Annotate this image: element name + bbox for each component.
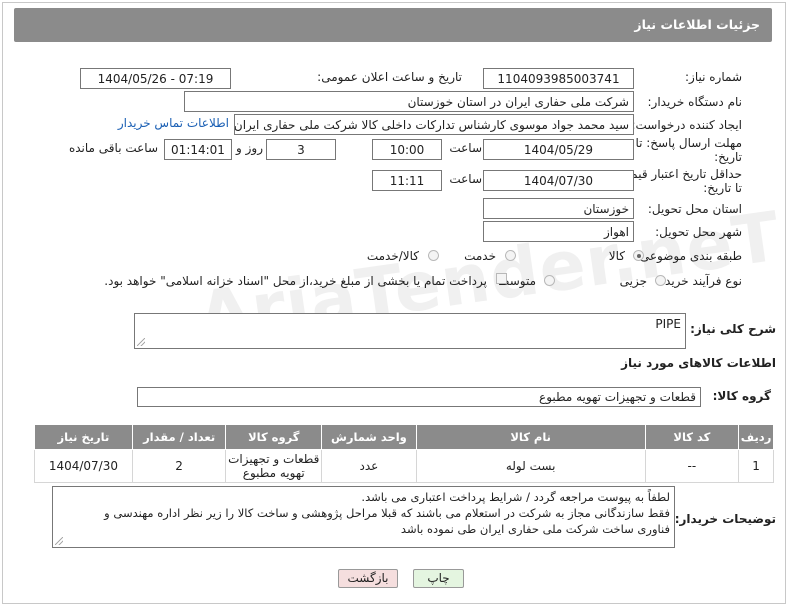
goods-table: ردیف کد کالا نام کالا واحد شمارش گروه کا… xyxy=(34,424,774,483)
table-header-row: ردیف کد کالا نام کالا واحد شمارش گروه کا… xyxy=(34,424,774,450)
announce-field[interactable]: 1404/05/26 - 07:19 xyxy=(80,68,231,89)
col-header-item-name: نام کالا xyxy=(415,424,646,450)
cell-item-code: -- xyxy=(644,449,740,483)
col-header-group: گروه کالا xyxy=(225,424,323,450)
buyer-notes-line-2: فقط سازندگانی مجاز به شرکت در استعلام می… xyxy=(104,506,670,520)
goods-group-field[interactable]: قطعات و تجهیزات تهویه مطبوع xyxy=(137,387,701,407)
deadline-time-label: ساعت xyxy=(449,141,482,155)
price-validity-date-field[interactable]: 1404/07/30 xyxy=(483,170,634,191)
deadline-time-field[interactable]: 10:00 xyxy=(372,139,442,160)
col-header-row-number: ردیف xyxy=(738,424,774,450)
buyer-contact-link[interactable]: اطلاعات تماس خریدار xyxy=(118,116,229,130)
buyer-notes-line-1: لطفاً به پیوست مراجعه گردد / شرایط پرداخ… xyxy=(361,490,670,504)
buyer-notes-label: توضیحات خریدار: xyxy=(674,512,776,526)
cell-quantity: 2 xyxy=(131,449,227,483)
col-header-item-code: کد کالا xyxy=(644,424,740,450)
process-radio-minor[interactable] xyxy=(655,275,666,286)
cell-unit: عدد xyxy=(321,449,417,483)
city-field[interactable]: اهواز xyxy=(483,221,634,242)
deadline-label-line2: تاریخ: xyxy=(714,150,742,164)
col-header-need-date: تاریخ نیاز xyxy=(34,424,133,450)
process-option-minor: جزیی xyxy=(619,274,647,288)
city-label: شهر محل تحویل: xyxy=(655,225,742,239)
category-radio-service[interactable] xyxy=(505,250,516,261)
creator-field[interactable]: سید محمد جواد موسوی کارشناس تدارکات داخل… xyxy=(234,114,634,135)
price-validity-label-line1: حداقل تاریخ اعتبار قیمت: xyxy=(615,167,742,181)
buyer-notes-field[interactable]: لطفاً به پیوست مراجعه گردد / شرایط پرداخ… xyxy=(52,486,675,548)
category-label: طبقه بندی موضوعی: xyxy=(635,249,742,263)
cell-need-date: 1404/07/30 xyxy=(34,449,133,483)
category-option-goods-service: کالا/خدمت xyxy=(366,249,419,263)
goods-section-title: اطلاعات کالاهای مورد نیاز xyxy=(621,356,776,370)
summary-label: شرح کلی نیاز: xyxy=(690,322,776,336)
deadline-date-field[interactable]: 1404/05/29 xyxy=(483,139,634,160)
buyer-notes-line-3: فناوری ساخت شرکت ملی حفاری ایران طی نمود… xyxy=(400,522,670,536)
cell-item-name: بست لوله xyxy=(415,449,646,483)
need-number-label: شماره نیاز: xyxy=(685,70,742,84)
deadline-label-line1: مهلت ارسال پاسخ: تا xyxy=(635,136,742,150)
treasury-payment-note: پرداخت تمام یا بخشی از مبلغ خرید،از محل … xyxy=(104,274,487,288)
cell-group: قطعات و تجهیزات تهویه مطبوع xyxy=(225,449,323,483)
resize-grip-icon[interactable] xyxy=(55,537,63,545)
announce-label: تاریخ و ساعت اعلان عمومی: xyxy=(317,70,462,84)
category-radio-goods-service[interactable] xyxy=(428,250,439,261)
print-button[interactable]: چاپ xyxy=(413,569,464,588)
summary-field[interactable]: PIPE xyxy=(134,313,686,349)
days-label: روز و xyxy=(236,141,263,155)
back-button[interactable]: بازگشت xyxy=(338,569,398,588)
buyer-org-label: نام دستگاه خریدار: xyxy=(647,95,743,109)
need-number-field[interactable]: 1104093985003741 xyxy=(483,68,634,89)
province-label: استان محل تحویل: xyxy=(647,202,742,216)
category-radio-goods[interactable] xyxy=(633,250,644,261)
col-header-unit: واحد شمارش xyxy=(321,424,417,450)
resize-grip-icon[interactable] xyxy=(137,338,145,346)
price-validity-time-field[interactable]: 11:11 xyxy=(372,170,442,191)
price-validity-time-label: ساعت xyxy=(449,172,482,186)
process-radio-medium[interactable] xyxy=(544,275,555,286)
cell-row-number: 1 xyxy=(738,449,774,483)
summary-value: PIPE xyxy=(655,317,681,331)
price-validity-label-line2: تا تاریخ: xyxy=(703,181,742,195)
remaining-label: ساعت باقی مانده xyxy=(68,141,158,155)
category-option-goods: کالا xyxy=(608,249,625,263)
remaining-time-field[interactable]: 01:14:01 xyxy=(164,139,232,160)
category-option-service: خدمت xyxy=(464,249,496,263)
process-label: نوع فرآیند خرید : xyxy=(657,274,742,288)
province-field[interactable]: خوزستان xyxy=(483,198,634,219)
table-row[interactable]: 1 -- بست لوله عدد قطعات و تجهیزات تهویه … xyxy=(34,449,774,483)
goods-group-label: گروه کالا: xyxy=(712,389,771,403)
buyer-org-field[interactable]: شرکت ملی حفاری ایران در استان خوزستان xyxy=(184,91,634,112)
days-field[interactable]: 3 xyxy=(266,139,336,160)
col-header-quantity: تعداد / مقدار xyxy=(131,424,227,450)
creator-label: ایجاد کننده درخواست: xyxy=(631,118,742,132)
page-header: جزئیات اطلاعات نیاز xyxy=(14,8,772,42)
page-title: جزئیات اطلاعات نیاز xyxy=(634,17,760,32)
treasury-payment-checkbox[interactable] xyxy=(496,273,507,284)
